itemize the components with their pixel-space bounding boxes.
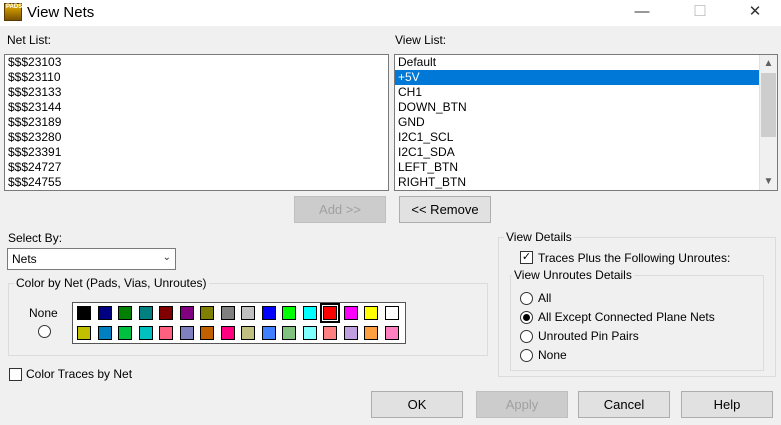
unroute-option-label: All: [538, 291, 552, 305]
color-swatch[interactable]: [220, 306, 235, 320]
net-list-item[interactable]: $$$23280: [5, 130, 388, 145]
color-swatch[interactable]: [261, 306, 276, 320]
color-swatch[interactable]: [179, 326, 194, 340]
color-swatch[interactable]: [220, 326, 235, 340]
window-title: View Nets: [27, 4, 95, 21]
select-by-label: Select By:: [8, 231, 63, 245]
color-swatch[interactable]: [200, 306, 214, 320]
color-swatch[interactable]: [241, 306, 255, 320]
chevron-down-icon: ⌄: [162, 252, 171, 263]
help-button[interactable]: Help: [681, 391, 773, 418]
net-list-item[interactable]: $$$23103: [5, 55, 388, 70]
select-by-value: Nets: [12, 252, 37, 266]
scroll-down-arrow-icon[interactable]: ▼: [760, 173, 777, 190]
color-swatch[interactable]: [138, 326, 153, 340]
unroutes-details-title: View Unroutes Details: [512, 268, 634, 282]
view-list-item[interactable]: +5V: [395, 70, 759, 85]
net-list-label: Net List:: [7, 33, 52, 47]
none-color-radio[interactable]: [38, 325, 51, 338]
view-list-item[interactable]: I2C1_SDA: [395, 145, 759, 160]
color-swatch[interactable]: [77, 326, 91, 340]
unroute-option-label: All Except Connected Plane Nets: [538, 310, 715, 324]
color-swatch[interactable]: [364, 306, 378, 320]
color-swatch[interactable]: [384, 326, 399, 340]
unroute-option-radio[interactable]: [520, 330, 533, 343]
color-swatch[interactable]: [118, 326, 132, 340]
minimize-button[interactable]: —: [619, 0, 665, 26]
traces-checkbox[interactable]: ✓: [520, 251, 533, 264]
color-swatch[interactable]: [302, 326, 317, 340]
view-list-scrollbar[interactable]: ▲ ▼: [759, 55, 777, 190]
unroute-option-radio[interactable]: [520, 311, 533, 324]
color-traces-checkbox[interactable]: [9, 368, 22, 381]
traces-label: Traces Plus the Following Unroutes:: [538, 251, 731, 265]
color-swatch[interactable]: [138, 306, 153, 320]
color-swatch[interactable]: [343, 326, 358, 340]
color-swatch[interactable]: [159, 326, 173, 340]
view-list-box[interactable]: Default +5V CH1 DOWN_BTN GND I2C1_SCL I2C1_SDA…: [394, 54, 778, 191]
add-button[interactable]: Add >>: [294, 196, 386, 223]
color-swatch[interactable]: [261, 326, 276, 340]
view-details-title: View Details: [504, 230, 574, 244]
net-list-item[interactable]: $$$24727: [5, 160, 388, 175]
view-list-item[interactable]: GND: [395, 115, 759, 130]
color-swatch[interactable]: [384, 306, 399, 320]
view-list[interactable]: Default +5V CH1 DOWN_BTN GND I2C1_SCL I2C1_SDA…: [395, 55, 759, 190]
net-list[interactable]: $$$23103 $$$23110 $$$23133 $$$23144 $$$23189…: [4, 54, 389, 191]
net-list-item[interactable]: $$$24755: [5, 175, 388, 190]
color-swatch[interactable]: [323, 326, 337, 340]
scroll-up-arrow-icon[interactable]: ▲: [760, 55, 777, 72]
title-bar: PADS View Nets — ☐ ✕: [0, 0, 781, 26]
color-swatch[interactable]: [364, 326, 378, 340]
scroll-thumb[interactable]: [761, 73, 776, 137]
net-list-item[interactable]: $$$23391: [5, 145, 388, 160]
unroute-options: All All Except Connected Plane Nets Unrout…: [520, 291, 760, 367]
view-list-item[interactable]: CH1: [395, 85, 759, 100]
color-swatch[interactable]: [159, 306, 173, 320]
unroute-option-label: Unrouted Pin Pairs: [538, 329, 639, 343]
app-icon-text: PADS: [6, 4, 23, 10]
net-list-item[interactable]: $$$23144: [5, 100, 388, 115]
color-swatch[interactable]: [282, 306, 296, 320]
color-by-net-title: Color by Net (Pads, Vias, Unroutes): [14, 276, 209, 290]
color-swatch[interactable]: [302, 306, 317, 320]
color-swatch[interactable]: [200, 326, 214, 340]
net-list-item[interactable]: $$$23189: [5, 115, 388, 130]
net-list-item[interactable]: $$$23110: [5, 70, 388, 85]
app-icon: PADS: [4, 3, 22, 21]
unroute-option-label: None: [538, 348, 567, 362]
view-list-item[interactable]: DOWN_BTN: [395, 100, 759, 115]
close-button[interactable]: ✕: [732, 0, 778, 26]
cancel-button[interactable]: Cancel: [578, 391, 670, 418]
unroute-option-radio[interactable]: [520, 292, 533, 305]
color-traces-label: Color Traces by Net: [26, 367, 133, 381]
color-swatch[interactable]: [282, 326, 296, 340]
color-swatch[interactable]: [97, 306, 112, 320]
maximize-button[interactable]: ☐: [677, 0, 723, 26]
apply-button[interactable]: Apply: [476, 391, 568, 418]
color-palette: [72, 302, 406, 344]
view-list-item[interactable]: RIGHT_BTN: [395, 175, 759, 190]
view-list-item[interactable]: LEFT_BTN: [395, 160, 759, 175]
view-list-label: View List:: [395, 33, 447, 47]
ok-button[interactable]: OK: [371, 391, 463, 418]
color-swatch[interactable]: [241, 326, 255, 340]
color-swatch[interactable]: [118, 306, 132, 320]
color-swatch[interactable]: [77, 306, 91, 320]
view-list-item[interactable]: Default: [395, 55, 759, 70]
select-by-dropdown[interactable]: Nets ⌄: [7, 248, 176, 270]
unroute-option-radio[interactable]: [520, 349, 533, 362]
remove-button[interactable]: << Remove: [399, 196, 491, 223]
color-swatch[interactable]: [343, 306, 358, 320]
view-list-item[interactable]: I2C1_SCL: [395, 130, 759, 145]
color-swatch[interactable]: [320, 303, 340, 323]
none-color-label: None: [29, 306, 58, 320]
net-list-item[interactable]: $$$23133: [5, 85, 388, 100]
color-swatch[interactable]: [97, 326, 112, 340]
color-swatch[interactable]: [179, 306, 194, 320]
